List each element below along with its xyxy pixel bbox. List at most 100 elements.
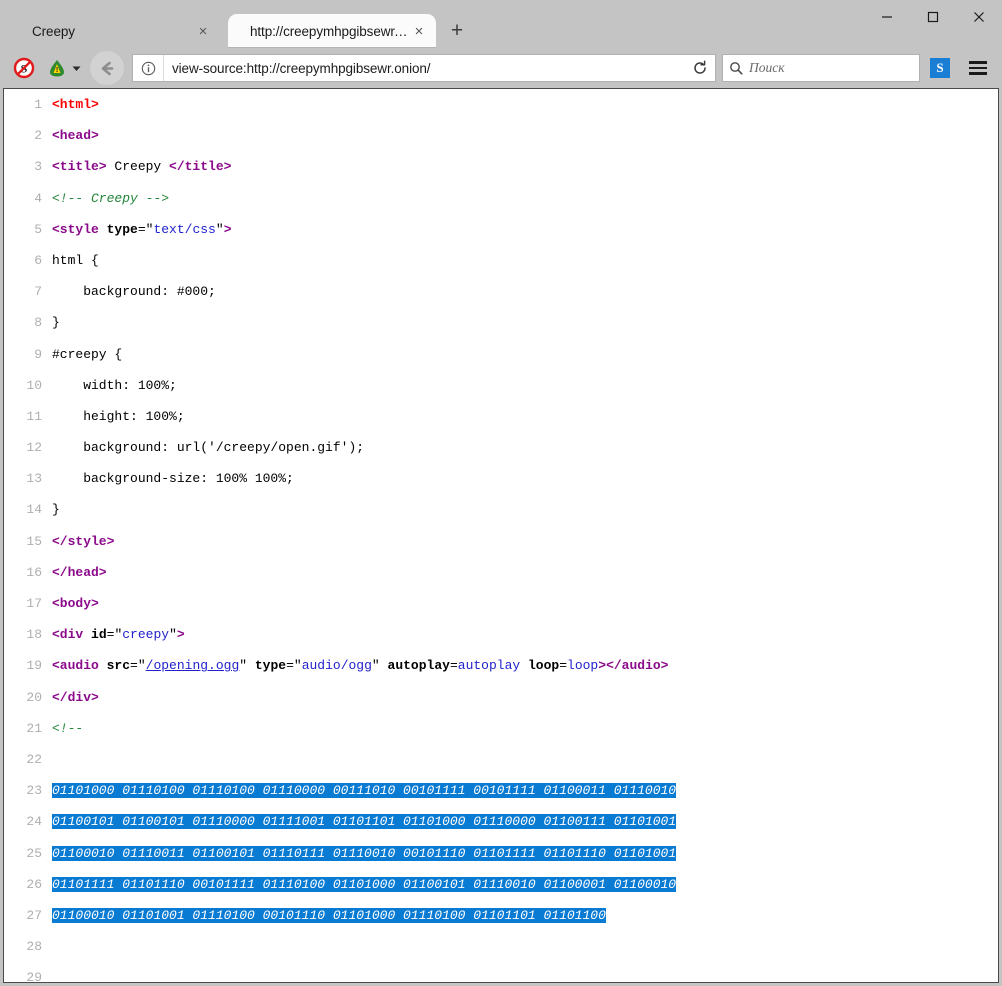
line-number: 19 [4, 658, 42, 674]
tab-label: http://creepymhpgibsewr.oni... [250, 24, 408, 39]
line-number: 28 [4, 939, 42, 955]
source-token: audio/ogg [302, 658, 372, 673]
line-number: 17 [4, 596, 42, 612]
reload-icon[interactable] [685, 55, 715, 81]
source-token: html { [52, 253, 99, 268]
minimize-button[interactable] [864, 0, 910, 34]
source-token: <html> [52, 97, 99, 112]
source-token: 01101111 01101110 00101111 01110100 0110… [52, 877, 676, 892]
source-line: 8} [4, 315, 998, 331]
line-number: 5 [4, 222, 42, 238]
source-token [83, 627, 91, 642]
source-line: 1 <html> [4, 97, 998, 113]
tab-close-icon[interactable]: × [192, 20, 214, 42]
close-button[interactable] [956, 0, 1002, 34]
source-token: loop [528, 658, 559, 673]
source-token: <div [52, 627, 83, 642]
source-token: creepy [122, 627, 169, 642]
hamburger-menu-icon[interactable] [962, 53, 994, 83]
line-number: 15 [4, 534, 42, 550]
source-token: <body> [52, 596, 99, 611]
source-line-selected: 2501100010 01110011 01100101 01110111 01… [4, 846, 998, 862]
line-number: 8 [4, 315, 42, 331]
search-bar[interactable]: Поиск [722, 54, 920, 82]
source-token: > [598, 658, 606, 673]
tab-view-source[interactable]: http://creepymhpgibsewr.oni... × [228, 14, 436, 48]
source-token: width: 100%; [52, 378, 177, 393]
source-line: 28 [4, 939, 998, 955]
view-source-content[interactable]: 1 <html> 2<head> 3<title> Creepy </title>… [3, 88, 999, 983]
source-line: 22 [4, 752, 998, 768]
source-token: = [450, 658, 458, 673]
source-line-selected: 2701100010 01101001 01110100 00101110 01… [4, 908, 998, 924]
source-token: <head> [52, 128, 99, 143]
line-number: 11 [4, 409, 42, 425]
tab-creepy[interactable]: Creepy × [10, 14, 222, 48]
source-line: 17 <body> [4, 596, 998, 612]
source-token: </audio> [606, 658, 668, 673]
noscript-icon[interactable]: S [10, 54, 38, 82]
source-token: background: #000; [52, 284, 216, 299]
source-token: #creepy { [52, 347, 122, 362]
source-line: 3<title> Creepy </title> [4, 159, 998, 175]
tab-close-icon[interactable]: × [408, 20, 430, 42]
source-token: <!-- Creepy --> [52, 191, 169, 206]
source-line: 5<style type="text/css"> [4, 222, 998, 238]
source-token: </div> [52, 690, 99, 705]
source-line: 13 background-size: 100% 100%; [4, 471, 998, 487]
tab-label: Creepy [32, 24, 192, 39]
startpage-icon[interactable]: S [930, 58, 950, 78]
maximize-button[interactable] [910, 0, 956, 34]
source-token: <audio [52, 658, 99, 673]
source-line: 29 [4, 970, 998, 983]
menu-bar-1 [969, 61, 987, 64]
addon-dropdown-caret-icon[interactable] [70, 54, 82, 82]
line-number: 14 [4, 502, 42, 518]
url-text[interactable]: view-source:http://creepymhpgibsewr.onio… [164, 61, 685, 76]
source-token: } [52, 502, 60, 517]
source-token: id [91, 627, 107, 642]
addon-icon[interactable]: ! [44, 54, 70, 82]
url-bar[interactable]: view-source:http://creepymhpgibsewr.onio… [132, 54, 716, 82]
source-line: 14} [4, 502, 998, 518]
new-tab-button[interactable]: + [440, 14, 474, 48]
line-number: 1 [4, 97, 42, 113]
line-number: 16 [4, 565, 42, 581]
source-token: 01100101 01100101 01110000 01111001 0110… [52, 814, 676, 829]
source-line: 2<head> [4, 128, 998, 144]
source-token: =" [107, 627, 123, 642]
source-token: loop [567, 658, 598, 673]
source-token: type [107, 222, 138, 237]
line-number: 18 [4, 627, 42, 643]
browser-window: Creepy × http://creepymhpgibsewr.oni... … [0, 0, 1002, 986]
source-token: = [559, 658, 567, 673]
line-number: 22 [4, 752, 42, 768]
source-line: 16 </head> [4, 565, 998, 581]
source-token: <title> [52, 159, 107, 174]
source-line: 6html { [4, 253, 998, 269]
source-token: =" [130, 658, 146, 673]
source-line: 9#creepy { [4, 347, 998, 363]
source-token: 01101000 01110100 01110100 01110000 0011… [52, 783, 676, 798]
line-number: 21 [4, 721, 42, 737]
source-token: type [255, 658, 286, 673]
source-token: " [169, 627, 177, 642]
info-icon[interactable] [133, 55, 164, 81]
line-number: 23 [4, 783, 42, 799]
source-link[interactable]: /opening.ogg [146, 658, 240, 673]
navigation-toolbar: S ! [0, 48, 1002, 88]
back-button[interactable] [90, 51, 124, 85]
source-token: </head> [52, 565, 107, 580]
source-token [520, 658, 528, 673]
source-token: 01100010 01101001 01110100 00101110 0110… [52, 908, 606, 923]
line-number: 10 [4, 378, 42, 394]
source-token: background-size: 100% 100%; [52, 471, 294, 486]
source-line: 19<audio src="/opening.ogg" type="audio/… [4, 658, 998, 674]
source-token: " [372, 658, 388, 673]
source-token: autoplay [388, 658, 450, 673]
source-line: 10 width: 100%; [4, 378, 998, 394]
source-token: =" [286, 658, 302, 673]
window-controls [864, 0, 1002, 34]
source-token: " [216, 222, 224, 237]
source-token: background: url('/creepy/open.gif'); [52, 440, 364, 455]
